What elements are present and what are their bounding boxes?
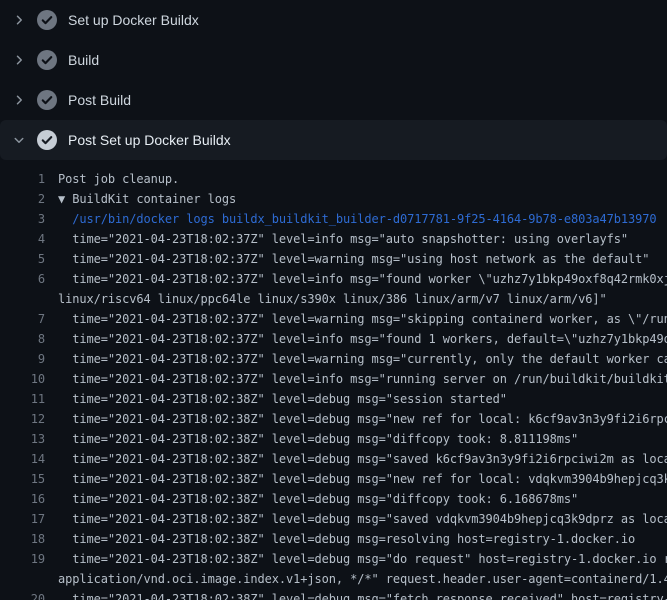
log-line: 18 time="2021-04-23T18:02:38Z" level=deb… (0, 529, 667, 549)
log-line-text: time="2021-04-23T18:02:38Z" level=debug … (45, 469, 667, 489)
log-line: 4 time="2021-04-23T18:02:37Z" level=info… (0, 229, 667, 249)
log-line: 19 time="2021-04-23T18:02:38Z" level=deb… (0, 549, 667, 569)
step-label: Post Set up Docker Buildx (68, 132, 231, 148)
log-line-number[interactable]: 2 (0, 189, 45, 209)
log-line-text: time="2021-04-23T18:02:38Z" level=debug … (45, 529, 635, 549)
log-line-text: time="2021-04-23T18:02:38Z" level=debug … (45, 389, 507, 409)
log-line-number[interactable]: 16 (0, 489, 45, 509)
log-line-text: time="2021-04-23T18:02:37Z" level=warnin… (45, 349, 667, 369)
log-line-text: time="2021-04-23T18:02:37Z" level=info m… (45, 329, 667, 349)
log-line-text: time="2021-04-23T18:02:38Z" level=debug … (45, 509, 667, 529)
log-line-number[interactable]: 1 (0, 169, 45, 189)
log-line-number (0, 289, 45, 309)
check-circle-icon (37, 90, 57, 110)
chevron-right-icon (12, 13, 26, 27)
log-line-number[interactable]: 20 (0, 589, 45, 600)
check-circle-icon (37, 10, 57, 30)
step-header-post-set-up-docker-buildx[interactable]: Post Set up Docker Buildx (0, 120, 667, 160)
log-line-text: time="2021-04-23T18:02:37Z" level=info m… (45, 369, 667, 389)
log-line-number[interactable]: 9 (0, 349, 45, 369)
log-line-text: time="2021-04-23T18:02:37Z" level=warnin… (45, 249, 649, 269)
log-line-number[interactable]: 5 (0, 249, 45, 269)
chevron-right-icon (12, 93, 26, 107)
log-line-number[interactable]: 17 (0, 509, 45, 529)
log-line: 13 time="2021-04-23T18:02:38Z" level=deb… (0, 429, 667, 449)
log-line-text: time="2021-04-23T18:02:38Z" level=debug … (45, 489, 578, 509)
log-line-text: time="2021-04-23T18:02:38Z" level=debug … (45, 449, 667, 469)
log-line: 7 time="2021-04-23T18:02:37Z" level=warn… (0, 309, 667, 329)
log-line-number[interactable]: 11 (0, 389, 45, 409)
log-line-text: Post job cleanup. (45, 169, 179, 189)
chevron-down-icon (12, 133, 26, 147)
log-line-text: time="2021-04-23T18:02:38Z" level=debug … (45, 589, 667, 600)
log-line-text: time="2021-04-23T18:02:38Z" level=debug … (45, 549, 667, 569)
step-header-set-up-docker-buildx[interactable]: Set up Docker Buildx (0, 0, 667, 40)
log-line-text: linux/riscv64 linux/ppc64le linux/s390x … (45, 289, 607, 309)
check-circle-icon (37, 130, 57, 150)
log-line: 6 time="2021-04-23T18:02:37Z" level=info… (0, 269, 667, 289)
log-line: 3 /usr/bin/docker logs buildx_buildkit_b… (0, 209, 667, 229)
log-line-number[interactable]: 14 (0, 449, 45, 469)
step-label: Build (68, 52, 99, 68)
log-line-number[interactable]: 18 (0, 529, 45, 549)
log-line-text: time="2021-04-23T18:02:37Z" level=info m… (45, 229, 628, 249)
log-line: 1Post job cleanup. (0, 169, 667, 189)
log-line-number[interactable]: 7 (0, 309, 45, 329)
log-command-text: /usr/bin/docker logs buildx_buildkit_bui… (45, 209, 656, 229)
log-line-number[interactable]: 19 (0, 549, 45, 569)
log-line: 16 time="2021-04-23T18:02:38Z" level=deb… (0, 489, 667, 509)
log-line-text: time="2021-04-23T18:02:37Z" level=info m… (45, 269, 667, 289)
log-line: 15 time="2021-04-23T18:02:38Z" level=deb… (0, 469, 667, 489)
log-line-text: application/vnd.oci.image.index.v1+json,… (45, 569, 667, 589)
log-line-number (0, 569, 45, 589)
step-header-post-build[interactable]: Post Build (0, 80, 667, 120)
log-line-number[interactable]: 12 (0, 409, 45, 429)
log-line: 14 time="2021-04-23T18:02:38Z" level=deb… (0, 449, 667, 469)
log-line-number[interactable]: 10 (0, 369, 45, 389)
step-label: Set up Docker Buildx (68, 12, 199, 28)
log-group-toggle[interactable]: ▼ BuildKit container logs (45, 189, 236, 209)
check-circle-icon (37, 50, 57, 70)
log-line: 11 time="2021-04-23T18:02:38Z" level=deb… (0, 389, 667, 409)
step-header-build[interactable]: Build (0, 40, 667, 80)
chevron-right-icon (12, 53, 26, 67)
log-line-number[interactable]: 3 (0, 209, 45, 229)
log-line: 17 time="2021-04-23T18:02:38Z" level=deb… (0, 509, 667, 529)
log-line-number[interactable]: 6 (0, 269, 45, 289)
log-line-number[interactable]: 15 (0, 469, 45, 489)
log-line: 8 time="2021-04-23T18:02:37Z" level=info… (0, 329, 667, 349)
steps-list: Set up Docker Buildx Build Post Build Po… (0, 0, 667, 160)
log-area: 1Post job cleanup.2▼ BuildKit container … (0, 160, 667, 600)
log-line-continuation: application/vnd.oci.image.index.v1+json,… (0, 569, 667, 589)
log-line: 20 time="2021-04-23T18:02:38Z" level=deb… (0, 589, 667, 600)
log-line-text: time="2021-04-23T18:02:37Z" level=warnin… (45, 309, 667, 329)
log-line-number[interactable]: 13 (0, 429, 45, 449)
log-line: 9 time="2021-04-23T18:02:37Z" level=warn… (0, 349, 667, 369)
log-line: 12 time="2021-04-23T18:02:38Z" level=deb… (0, 409, 667, 429)
log-line: 2▼ BuildKit container logs (0, 189, 667, 209)
log-line-number[interactable]: 4 (0, 229, 45, 249)
log-line-number[interactable]: 8 (0, 329, 45, 349)
log-line-text: time="2021-04-23T18:02:38Z" level=debug … (45, 429, 578, 449)
log-line: 5 time="2021-04-23T18:02:37Z" level=warn… (0, 249, 667, 269)
log-line: 10 time="2021-04-23T18:02:37Z" level=inf… (0, 369, 667, 389)
log-line-continuation: linux/riscv64 linux/ppc64le linux/s390x … (0, 289, 667, 309)
log-line-text: time="2021-04-23T18:02:38Z" level=debug … (45, 409, 667, 429)
step-label: Post Build (68, 92, 131, 108)
